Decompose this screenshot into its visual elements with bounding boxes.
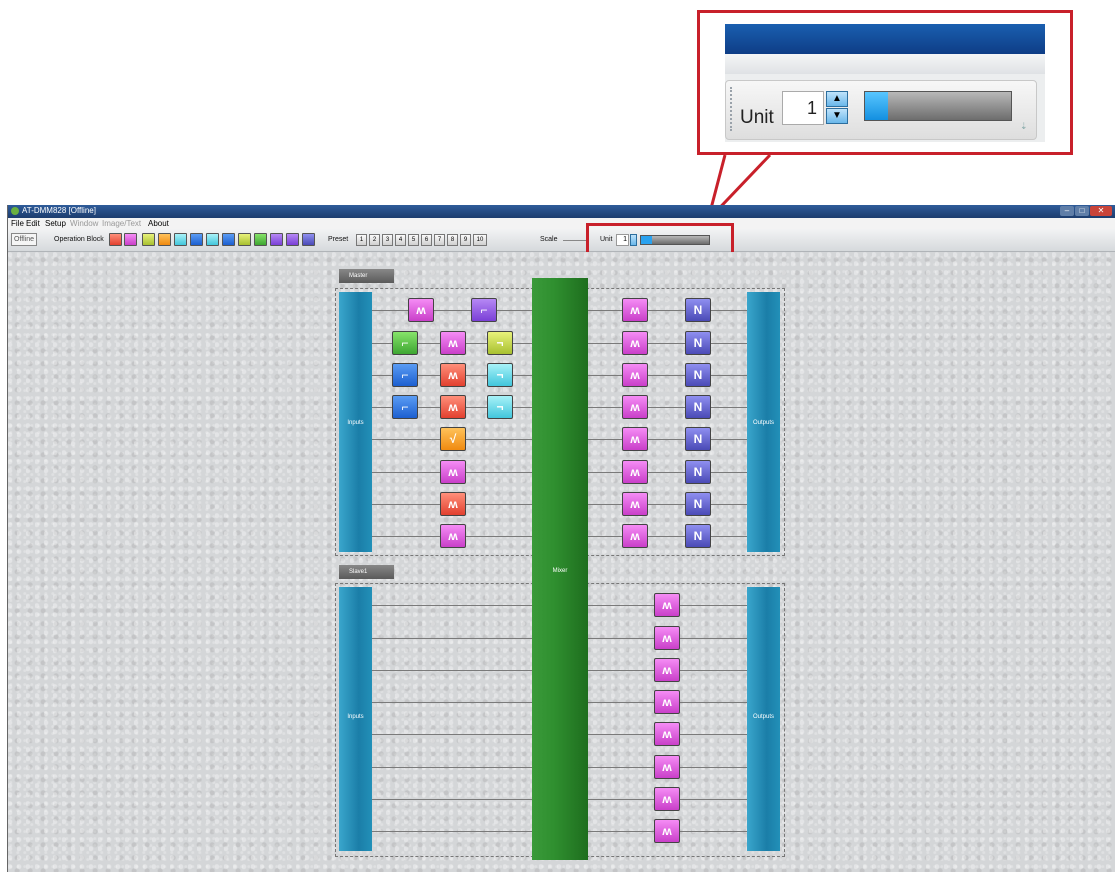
master-inputs-bus[interactable]: Inputs (339, 292, 372, 552)
level-block-icon[interactable]: ʍ (440, 492, 466, 516)
offline-button[interactable]: Offline (11, 233, 37, 246)
op-hpf2-icon[interactable] (222, 233, 235, 246)
op-level-red-icon[interactable] (109, 233, 122, 246)
level-block-icon[interactable]: ʍ (622, 331, 648, 355)
close-icon[interactable]: ✕ (1090, 206, 1112, 216)
level-block-icon[interactable]: ʍ (440, 524, 466, 548)
scale-slider[interactable] (563, 240, 587, 241)
peq-block-icon[interactable]: N (685, 427, 711, 451)
hpf-block-icon[interactable]: ¬ (487, 331, 513, 355)
op-lpf-icon[interactable] (174, 233, 187, 246)
hpf-block-icon[interactable]: ⌐ (392, 395, 418, 419)
title-bar: AT-DMM828 [Offline] – □ ✕ (8, 205, 1115, 218)
level-block-icon[interactable]: ʍ (654, 787, 680, 811)
level-block-icon[interactable]: ʍ (654, 690, 680, 714)
op-notch-icon[interactable] (158, 233, 171, 246)
peq-block-icon[interactable]: N (685, 524, 711, 548)
menu-file[interactable]: File (11, 219, 24, 228)
level-block-icon[interactable]: ʍ (440, 460, 466, 484)
preset-button-9[interactable]: 9 (460, 234, 471, 246)
level-block-icon[interactable]: ʍ (654, 819, 680, 843)
minimize-icon[interactable]: – (1060, 206, 1074, 216)
level-block-icon[interactable]: ʍ (440, 363, 466, 387)
menu-window[interactable]: Window (70, 219, 98, 228)
mixer-block[interactable]: Mixer (532, 278, 588, 860)
level-block-icon[interactable]: ʍ (440, 395, 466, 419)
level-block-icon[interactable]: ʍ (654, 658, 680, 682)
op-filter-icon[interactable] (270, 233, 283, 246)
slave1-inputs-bus[interactable]: Inputs (339, 587, 372, 851)
level-block-icon[interactable]: ʍ (440, 331, 466, 355)
peq-block-icon[interactable]: N (685, 331, 711, 355)
level-block-icon[interactable]: ʍ (622, 492, 648, 516)
lpf-block-icon[interactable]: ⌐ (471, 298, 497, 322)
peq-block-icon[interactable]: N (685, 363, 711, 387)
op-shelf-icon[interactable] (206, 233, 219, 246)
gate-block-icon[interactable]: ⌐ (392, 331, 418, 355)
preset-button-7[interactable]: 7 (434, 234, 445, 246)
level-block-icon[interactable]: ʍ (408, 298, 434, 322)
op-shelf2-icon[interactable] (238, 233, 251, 246)
preset-label: Preset (328, 236, 349, 243)
peq-block-icon[interactable]: N (685, 395, 711, 419)
level-block-icon[interactable]: ʍ (622, 460, 648, 484)
preset-button-1[interactable]: 1 (356, 234, 367, 246)
op-level-pink-icon[interactable] (124, 233, 137, 246)
shelf-block-icon[interactable]: ¬ (487, 363, 513, 387)
level-block-icon[interactable]: ʍ (622, 395, 648, 419)
peq-block-icon[interactable]: N (685, 460, 711, 484)
slave1-outputs-bus[interactable]: Outputs (747, 587, 780, 851)
slave1-inputs-label: Inputs (347, 714, 364, 720)
preset-button-8[interactable]: 8 (447, 234, 458, 246)
master-inputs-label: Inputs (347, 420, 364, 426)
operation-block-label: Operation Block (54, 236, 104, 243)
maximize-icon[interactable]: □ (1075, 206, 1089, 216)
preset-button-4[interactable]: 4 (395, 234, 406, 246)
level-block-icon[interactable]: ʍ (654, 626, 680, 650)
level-block-icon[interactable]: ʍ (622, 363, 648, 387)
level-block-icon[interactable]: ʍ (622, 427, 648, 451)
preset-button-2[interactable]: 2 (369, 234, 380, 246)
window-title: AT-DMM828 [Offline] (22, 206, 96, 215)
toolbar: Offline Operation Block Preset 1 2 3 4 5… (8, 223, 1115, 257)
level-block-icon[interactable]: ʍ (622, 298, 648, 322)
menu-image-text[interactable]: Image/Text (102, 219, 141, 228)
preset-button-3[interactable]: 3 (382, 234, 393, 246)
level-block-icon[interactable]: ʍ (654, 722, 680, 746)
preset-button-5[interactable]: 5 (408, 234, 419, 246)
routing-canvas: Master Inputs Outputs Slave1 Inputs Outp… (8, 252, 1115, 872)
level-block-icon[interactable]: ʍ (654, 755, 680, 779)
op-hpf-icon[interactable] (190, 233, 203, 246)
level-block-icon[interactable]: ʍ (654, 593, 680, 617)
slave1-outputs-label: Outputs (752, 714, 774, 720)
master-outputs-bus[interactable]: Outputs (747, 292, 780, 552)
notch-block-icon[interactable]: √ (440, 427, 466, 451)
lpf-block-icon[interactable]: ¬ (487, 395, 513, 419)
menu-edit[interactable]: Edit (26, 219, 40, 228)
master-tab[interactable]: Master (339, 269, 394, 283)
app-icon (11, 207, 19, 215)
mixer-label: Mixer (552, 568, 568, 574)
menu-bar: File Edit Setup Window Image/Text About (8, 218, 1115, 229)
level-block-icon[interactable]: ʍ (622, 524, 648, 548)
preset-button-10[interactable]: 10 (473, 234, 487, 246)
op-filter2-icon[interactable] (286, 233, 299, 246)
scale-label: Scale (540, 236, 558, 243)
menu-setup[interactable]: Setup (45, 219, 66, 228)
app-window: AT-DMM828 [Offline] – □ ✕ File Edit Setu… (7, 205, 1115, 872)
peq-block-icon[interactable]: N (685, 298, 711, 322)
op-eq-icon[interactable] (142, 233, 155, 246)
op-peq-icon[interactable] (302, 233, 315, 246)
master-outputs-label: Outputs (752, 420, 774, 426)
preset-button-6[interactable]: 6 (421, 234, 432, 246)
op-gate-icon[interactable] (254, 233, 267, 246)
peq-block-icon[interactable]: N (685, 492, 711, 516)
menu-about[interactable]: About (148, 219, 169, 228)
slave1-tab[interactable]: Slave1 (339, 565, 394, 579)
shelf-block-icon[interactable]: ⌐ (392, 363, 418, 387)
